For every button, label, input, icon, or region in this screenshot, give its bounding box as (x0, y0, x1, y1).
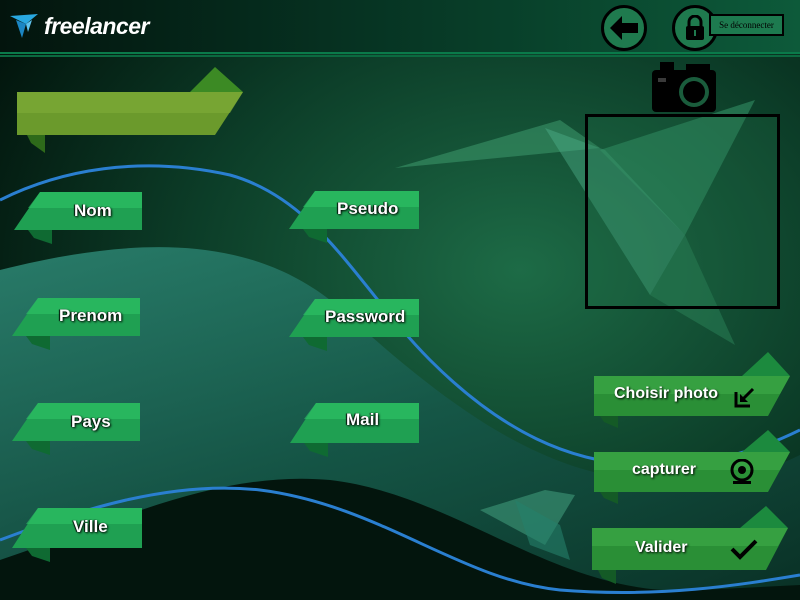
validate-button[interactable]: Valider (590, 506, 790, 586)
divider (0, 55, 800, 57)
prenom-label: Prenom (59, 306, 123, 325)
webcam-icon (730, 459, 754, 484)
lock-icon (686, 15, 704, 40)
password-field[interactable]: Password (287, 297, 421, 351)
pseudo-label: Pseudo (337, 199, 399, 218)
title-ribbon (17, 67, 243, 153)
checkmark-icon (730, 539, 758, 560)
ribbon-shape (592, 506, 788, 584)
ville-field[interactable]: Ville (10, 506, 144, 562)
app-logo: freelancer (8, 8, 149, 44)
pseudo-field[interactable]: Pseudo (287, 189, 421, 243)
photo-preview (585, 114, 780, 309)
mail-field[interactable]: Mail (288, 401, 421, 457)
upload-icon (734, 387, 755, 408)
pays-field[interactable]: Pays (10, 401, 142, 455)
password-label: Password (325, 307, 406, 326)
prenom-field[interactable]: Prenom (10, 296, 142, 350)
choose-photo-label: Choisir photo (614, 385, 718, 402)
logout-button[interactable]: Se déconnecter (709, 14, 784, 36)
pays-label: Pays (71, 412, 111, 431)
logo-text: freelancer (44, 12, 149, 39)
nom-label: Nom (74, 201, 112, 220)
back-arrow-icon (610, 16, 638, 40)
choose-photo-button[interactable]: Choisir photo (592, 352, 792, 430)
camera-icon (652, 62, 716, 112)
bird-logo-icon (10, 14, 38, 38)
validate-label: Valider (635, 539, 688, 556)
back-button[interactable] (601, 5, 647, 51)
registration-screen: freelancer Se déconnecter Nom Prenom Pay… (0, 0, 800, 600)
ville-label: Ville (73, 517, 108, 536)
capture-button[interactable]: capturer (592, 430, 792, 506)
mail-label: Mail (346, 410, 380, 429)
nom-field[interactable]: Nom (12, 190, 144, 244)
capture-label: capturer (632, 461, 697, 478)
